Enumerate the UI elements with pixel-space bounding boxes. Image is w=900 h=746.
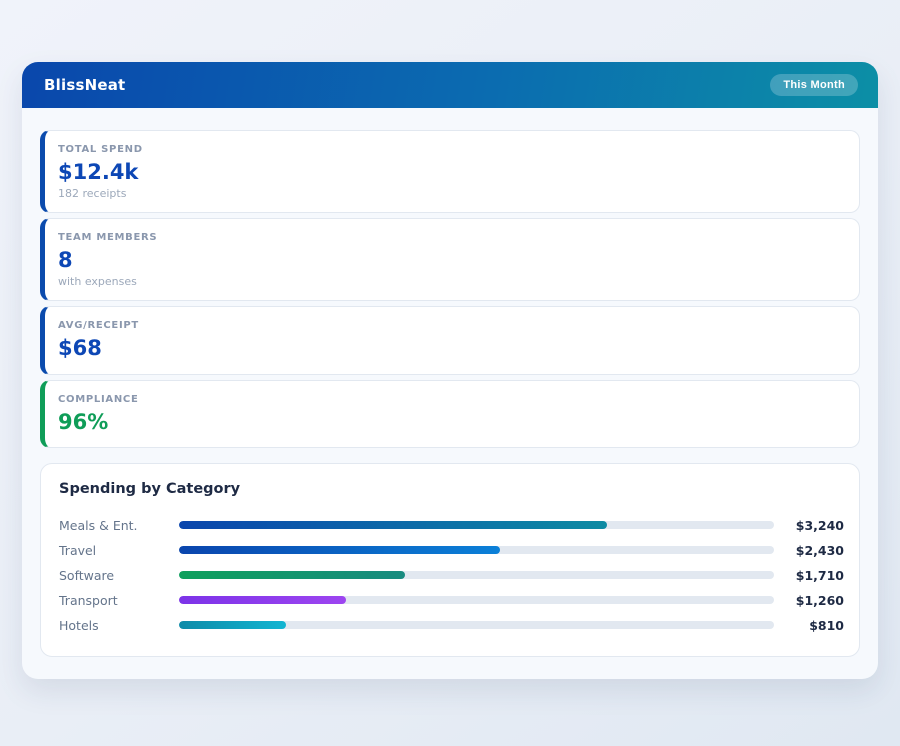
bar-fill-hotels xyxy=(179,621,286,629)
page-background: { "header": { "title": "BlissNeat", "bad… xyxy=(0,0,900,746)
category-row-transport: Transport $1,260 xyxy=(59,588,844,613)
stat-subtext: 182 receipts xyxy=(58,187,843,200)
category-label: Software xyxy=(59,568,179,583)
stat-label: COMPLIANCE xyxy=(58,394,843,405)
category-label: Transport xyxy=(59,593,179,608)
app-title: BlissNeat xyxy=(44,76,125,94)
spending-by-category-card: Spending by Category Meals & Ent. $3,240… xyxy=(40,463,860,657)
bar-track xyxy=(179,521,774,529)
bar-track xyxy=(179,571,774,579)
category-value: $1,710 xyxy=(774,568,844,583)
stat-card-compliance: COMPLIANCE 96% xyxy=(40,380,860,448)
category-value: $3,240 xyxy=(774,518,844,533)
bar-track xyxy=(179,596,774,604)
stat-card-total-spend: TOTAL SPEND $12.4k 182 receipts xyxy=(40,130,860,213)
bar-fill-travel xyxy=(179,546,500,554)
bar-fill-transport xyxy=(179,596,346,604)
category-row-meals: Meals & Ent. $3,240 xyxy=(59,513,844,538)
dashboard-panel: BlissNeat This Month TOTAL SPEND $12.4k … xyxy=(22,62,878,679)
category-value: $1,260 xyxy=(774,593,844,608)
bar-track xyxy=(179,546,774,554)
bar-fill-software xyxy=(179,571,405,579)
category-row-software: Software $1,710 xyxy=(59,563,844,588)
stat-value: 96% xyxy=(58,410,843,435)
stat-card-team-members: TEAM MEMBERS 8 with expenses xyxy=(40,218,860,301)
app-header: BlissNeat This Month xyxy=(22,62,878,108)
category-row-hotels: Hotels $810 xyxy=(59,613,844,638)
stat-card-avg-receipt: AVG/RECEIPT $68 xyxy=(40,306,860,374)
chart-title: Spending by Category xyxy=(59,481,844,497)
bar-track xyxy=(179,621,774,629)
panel-body: TOTAL SPEND $12.4k 182 receipts TEAM MEM… xyxy=(22,108,878,657)
category-label: Travel xyxy=(59,543,179,558)
category-value: $2,430 xyxy=(774,543,844,558)
category-row-travel: Travel $2,430 xyxy=(59,538,844,563)
stat-label: AVG/RECEIPT xyxy=(58,320,843,331)
stat-value: $68 xyxy=(58,336,843,361)
stat-value: $12.4k xyxy=(58,160,843,185)
category-label: Hotels xyxy=(59,618,179,633)
stat-label: TEAM MEMBERS xyxy=(58,232,843,243)
stat-label: TOTAL SPEND xyxy=(58,144,843,155)
category-label: Meals & Ent. xyxy=(59,518,179,533)
bar-fill-meals xyxy=(179,521,607,529)
stat-subtext: with expenses xyxy=(58,275,843,288)
category-value: $810 xyxy=(774,618,844,633)
period-badge[interactable]: This Month xyxy=(770,74,858,96)
stat-value: 8 xyxy=(58,248,843,273)
